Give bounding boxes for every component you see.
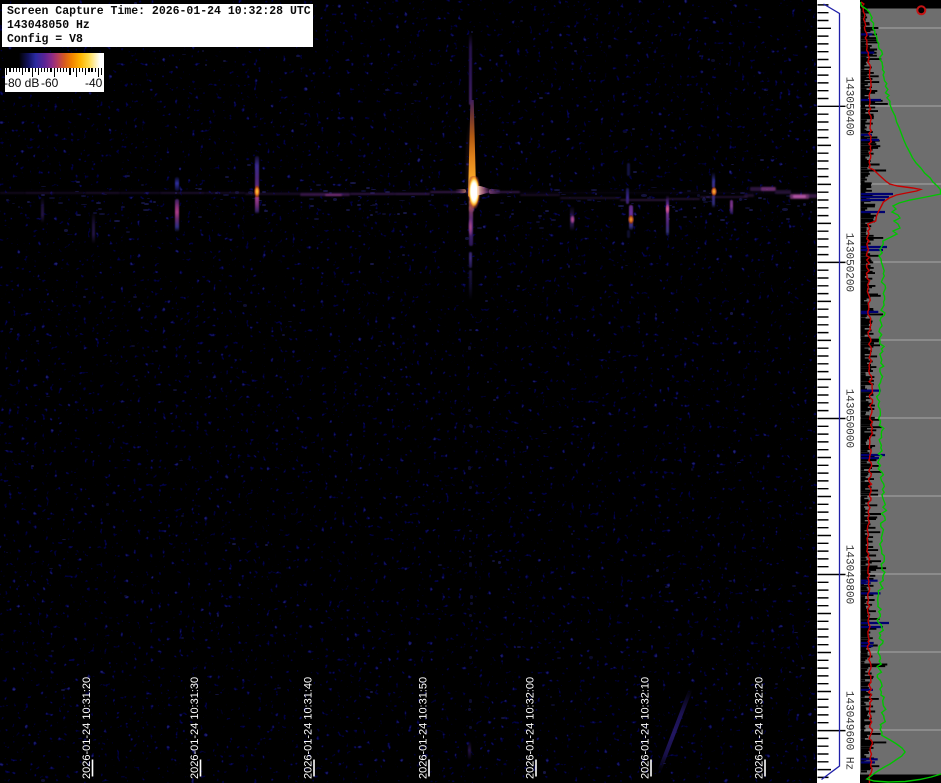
svg-text:2026-01-24 10:31:40: 2026-01-24 10:31:40 [303,677,315,779]
svg-text:143050400: 143050400 [843,77,855,136]
svg-text:143050200: 143050200 [843,233,855,292]
svg-text:2026-01-24 10:32:10: 2026-01-24 10:32:10 [640,677,652,779]
svg-text:143049600 Hz: 143049600 Hz [843,691,855,770]
svg-text:2026-01-24 10:32:20: 2026-01-24 10:32:20 [754,677,766,779]
svg-text:2026-01-24 10:31:20: 2026-01-24 10:31:20 [81,677,93,779]
svg-text:2026-01-24 10:32:00: 2026-01-24 10:32:00 [525,677,537,779]
svg-text:143049800: 143049800 [843,545,855,604]
svg-text:2026-01-24 10:31:30: 2026-01-24 10:31:30 [189,677,201,779]
svg-text:2026-01-24 10:31:50: 2026-01-24 10:31:50 [418,677,430,779]
svg-text:143050000: 143050000 [843,389,855,448]
